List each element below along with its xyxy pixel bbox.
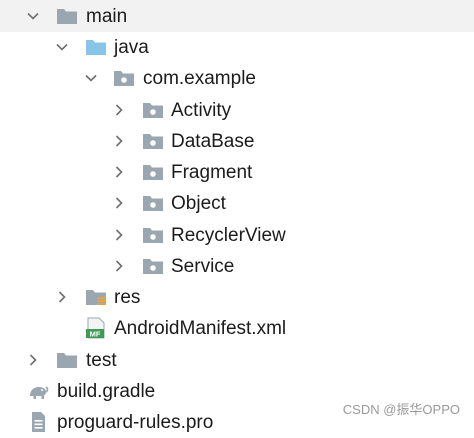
tree-item-label: com.example xyxy=(143,68,256,89)
svg-text:MF: MF xyxy=(90,330,101,339)
tree-item-label: build.gradle xyxy=(57,381,156,402)
tree-item-label: AndroidManifest.xml xyxy=(114,318,287,339)
tree-item-activity[interactable]: Activity xyxy=(0,95,474,126)
tree-item-label: java xyxy=(114,37,149,58)
chevron-right-icon[interactable] xyxy=(55,290,69,304)
watermark: CSDN @振华OPPO xyxy=(342,402,460,417)
package-icon xyxy=(143,165,163,180)
tree-item-test[interactable]: test xyxy=(0,345,474,376)
source-folder-icon xyxy=(86,40,106,55)
tree-item-label: Object xyxy=(171,193,226,214)
chevron-right-icon[interactable] xyxy=(112,134,126,148)
folder-icon xyxy=(57,353,77,368)
package-icon xyxy=(114,71,134,86)
package-icon xyxy=(143,259,163,274)
chevron-right-icon[interactable] xyxy=(26,353,40,367)
tree-item-label: Activity xyxy=(171,100,232,121)
package-icon xyxy=(143,196,163,211)
manifest-file-icon: MF xyxy=(86,317,105,339)
tree-item-res[interactable]: res xyxy=(0,282,474,313)
package-icon xyxy=(143,103,163,118)
tree-item-main[interactable]: main xyxy=(0,1,474,32)
chevron-right-icon[interactable] xyxy=(112,228,126,242)
tree-item-label: test xyxy=(86,350,117,371)
tree-item-label: proguard-rules.pro xyxy=(57,412,214,433)
folder-icon xyxy=(57,9,77,24)
tree-item-database[interactable]: DataBase xyxy=(0,126,474,157)
resource-folder-icon xyxy=(86,290,106,305)
package-icon xyxy=(143,134,163,149)
tree-item-service[interactable]: Service xyxy=(0,251,474,282)
tree-item-label: Fragment xyxy=(171,162,253,183)
chevron-right-icon[interactable] xyxy=(112,103,126,117)
tree-item-recyclerview[interactable]: RecyclerView xyxy=(0,220,474,251)
tree-item-label: Service xyxy=(171,256,235,277)
tree-item-java[interactable]: java xyxy=(0,32,474,63)
tree-item-object[interactable]: Object xyxy=(0,188,474,219)
chevron-right-icon[interactable] xyxy=(112,196,126,210)
gradle-elephant-icon xyxy=(30,386,49,399)
tree-item-label: DataBase xyxy=(171,131,255,152)
tree-item-fragment[interactable]: Fragment xyxy=(0,157,474,188)
tree-item-androidmanifest[interactable]: MF AndroidManifest.xml xyxy=(0,313,474,344)
tree-item-label: RecyclerView xyxy=(171,225,286,246)
tree-item-com-example[interactable]: com.example xyxy=(0,63,474,94)
text-file-icon xyxy=(32,412,45,432)
chevron-right-icon[interactable] xyxy=(112,259,126,273)
tree-item-label: res xyxy=(114,287,141,308)
chevron-down-icon[interactable] xyxy=(84,71,98,85)
chevron-down-icon[interactable] xyxy=(26,9,40,23)
tree-item-label: main xyxy=(86,6,128,27)
chevron-right-icon[interactable] xyxy=(112,165,126,179)
chevron-down-icon[interactable] xyxy=(55,40,69,54)
package-icon xyxy=(143,228,163,243)
